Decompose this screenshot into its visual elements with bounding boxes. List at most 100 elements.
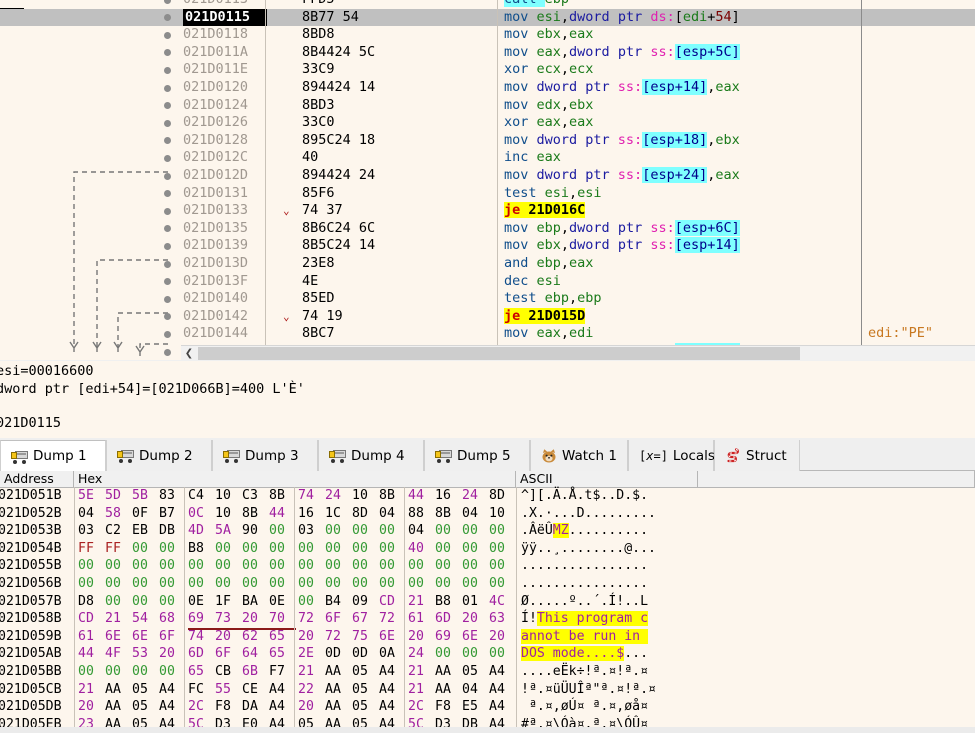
dump-row[interactable]: 021D056B 00 00 00 00 00 00 00 00 00 00 00 00 00 00 00 00… [0, 575, 975, 593]
breakpoint-dot-icon[interactable] [164, 14, 171, 22]
ascii-text: .X.·...D......... [521, 505, 656, 523]
column-header-address[interactable]: Address [0, 471, 74, 488]
instruction-text: mov dword ptr ss:[esp+14],eax [504, 79, 740, 97]
column-header-hex[interactable]: Hex [74, 471, 516, 488]
dump-row[interactable]: 021D051B 5E 5D 5B 83 C4 10 C3 8B 74 24 10 8B 44 16 24 8D… [0, 487, 975, 505]
dump-row[interactable]: 021D05BB 00 00 00 00 65 CB 6B F7 21 AA 05 A4 21 AA 05 A4… [0, 663, 975, 681]
disassembly-row[interactable]: 021D0128 895C24 18 mov dword ptr ss:[esp+1… [0, 131, 975, 150]
hex-byte: 00 [242, 576, 258, 591]
breakpoint-dot-icon[interactable] [164, 84, 171, 92]
disassembly-row[interactable]: 021D011E 33C9 xor ecx,ecx [0, 61, 975, 79]
hex-byte-group: 61 6E 6E 6F [78, 628, 186, 646]
dump-row[interactable]: 021D053B 03 C2 EB DB 4D 5A 90 00 03 00 00 00 04 00 00 00… [0, 522, 975, 540]
disassembly-row[interactable]: 021D0133 ⌄ 74 37 je 21D016C [0, 202, 975, 220]
asm-token: test [504, 184, 545, 201]
dump-address: 021D058B [0, 611, 62, 627]
tab-dump-3[interactable]: Dump 3 [212, 440, 318, 471]
breakpoint-dot-icon[interactable] [164, 330, 171, 338]
tab-dump-2[interactable]: Dump 2 [106, 440, 212, 471]
breakpoint-dot-icon[interactable] [164, 295, 171, 303]
disassembly-row[interactable]: 021D0113 FFD5 call ebp [0, 0, 975, 9]
disassembly-row[interactable]: 021D0118 8BD8 mov ebx,eax [0, 26, 975, 44]
dump-row[interactable]: 021D055B 00 00 00 00 00 00 00 00 00 00 00 00 00 00 00 00… [0, 557, 975, 575]
disassembly-row[interactable]: 021D012C 40 inc eax [0, 149, 975, 167]
disassembly-row[interactable]: 021D012D 894424 24 mov dword ptr ss:[esp+2… [0, 167, 975, 185]
breakpoint-dot-icon[interactable] [164, 66, 171, 74]
disassembly-row[interactable]: 021D0131 85F6 test esi,esi [0, 184, 975, 203]
dump-row[interactable]: 021D05AB 44 4F 53 20 6D 6F 64 65 2E 0D 0D 0A 24 00 00 00… [0, 645, 975, 663]
disassembly-horizontal-scrollbar[interactable]: ❮ [181, 345, 975, 360]
breakpoint-dot-icon[interactable] [164, 31, 171, 39]
breakpoint-dot-icon[interactable] [164, 102, 171, 110]
breakpoint-dot-icon[interactable] [164, 190, 171, 198]
breakpoint-dot-icon[interactable] [164, 225, 171, 233]
hex-byte: 69 [435, 628, 451, 644]
dump-row[interactable]: 021D058B CD 21 54 68 69 73 20 70 72 6F 67 72 61 6D 20 63… [0, 610, 975, 630]
dump-address: 021D05CB [0, 681, 62, 697]
disassembly-row[interactable]: 021D013D 23E8 and ebp,eax [0, 255, 975, 273]
asm-token: , [560, 219, 570, 236]
dump-row[interactable]: 021D057B D8 00 00 00 0E 1F BA 0E 00 B4 09 CD 21 B8 01 4C… [0, 592, 975, 611]
breakpoint-dot-icon[interactable] [164, 119, 171, 127]
tab-locals[interactable]: [x=] Locals [628, 440, 715, 471]
hex-byte: 00 [215, 540, 231, 556]
asm-token: ss: [617, 131, 643, 148]
tab-struct[interactable]: Struct [714, 440, 800, 471]
instruction-bytes: 23E8 [302, 255, 335, 271]
disassembly-row[interactable]: 021D0126 33C0 xor eax,eax [0, 114, 975, 132]
breakpoint-dot-icon[interactable] [164, 137, 171, 145]
column-divider [265, 0, 266, 9]
column-header-ascii[interactable]: ASCII [516, 471, 698, 488]
tab-dump-5[interactable]: Dump 5 [424, 440, 530, 471]
breakpoint-dot-icon[interactable] [164, 0, 171, 4]
asm-token: , [560, 114, 570, 131]
disassembly-row[interactable]: 021D0135 8B6C24 6C mov ebp,dword ptr ss:[e… [0, 219, 975, 238]
disassembly-row[interactable]: 021D0120 894424 14 mov dword ptr ss:[esp+1… [0, 79, 975, 97]
disassembly-row[interactable]: 021D011A 8B4424 5C mov eax,dword ptr ss:[e… [0, 43, 975, 62]
tab-dump-4[interactable]: Dump 4 [318, 440, 424, 471]
dump-panel[interactable]: Address Hex ASCII 021D051B 5E 5D 5B 83 C4 10 C3… [0, 471, 975, 733]
breakpoint-dot-icon[interactable] [164, 242, 171, 250]
breakpoint-dot-icon[interactable] [164, 278, 171, 286]
dump-row[interactable]: 021D052B 04 58 0F B7 0C 10 8B 44 16 1C 8D 04 88 8B 04 10… [0, 504, 975, 523]
dump-column-divider [516, 680, 517, 699]
disassembly-panel[interactable]: EIP 021D0113FFD5call ebp021D01158B77 54m… [0, 0, 975, 360]
disassembly-row[interactable]: 021D0124 8BD3 mov edx,ebx [0, 96, 975, 115]
dump-tab-bar[interactable]: Dump 1 Dump 2 Dump 3 Dump 4 Dump 5 Watch 1 [x=… [0, 438, 975, 471]
ascii-segment: Í! [521, 611, 537, 627]
column-header-extra[interactable] [698, 471, 975, 488]
dump-column-divider [516, 698, 517, 716]
hex-byte: 6F [159, 628, 175, 644]
disassembly-row[interactable]: 021D0142 ⌄ 74 19 je 21D015D [0, 307, 975, 326]
dump-row[interactable]: 021D05DB 20 AA 05 A4 2C F8 DA A4 20 AA 05 A4 2C F8 E5 A4… [0, 698, 975, 716]
breakpoint-dot-icon[interactable] [164, 154, 171, 162]
disassembly-row[interactable]: 021D0139 8B5C24 14 mov ebx,dword ptr ss:[e… [0, 237, 975, 255]
instruction-text: mov eax,dword ptr ss:[esp+5C] [504, 43, 740, 62]
hex-byte: AA [325, 664, 341, 679]
breakpoint-dot-icon[interactable] [164, 207, 171, 215]
asm-token: dword ptr [536, 131, 618, 148]
ascii-text: ÿÿ..¸........@... [521, 540, 656, 558]
asm-token: dword ptr [569, 43, 651, 60]
tab-watch-1[interactable]: Watch 1 [530, 440, 628, 471]
dump-row[interactable]: 021D059B 61 6E 6E 6F 74 20 62 65 20 72 75 6E 20 69 6E 20… [0, 627, 975, 646]
disassembly-row[interactable]: 021D0140 85ED test ebp,ebp [0, 290, 975, 308]
scroll-left-icon[interactable]: ❮ [181, 346, 197, 360]
disassembly-row[interactable]: 021D0115 8B77 54 mov esi,dword ptr ds:[edi… [0, 8, 975, 27]
instruction-bytes: FFD5 [302, 0, 335, 9]
breakpoint-dot-icon[interactable] [164, 49, 171, 57]
disassembly-row[interactable]: 021D013F 4E dec esi [0, 272, 975, 291]
disassembly-row[interactable]: 021D0144 8BC7 mov eax,edi edi:"PE" [0, 325, 975, 343]
breakpoint-dot-icon[interactable] [164, 260, 171, 268]
breakpoint-dot-icon[interactable] [164, 313, 171, 321]
breakpoint-dot-icon[interactable] [164, 348, 171, 356]
scrollbar-thumb[interactable] [198, 347, 800, 360]
dump-row[interactable]: 021D05CB 21 AA 05 A4 FC 55 CE A4 22 AA 05 A4 21 AA 04 A4… [0, 680, 975, 699]
tab-dump-1[interactable]: Dump 1 [0, 440, 106, 471]
instruction-text: mov ebp,dword ptr ss:[esp+6C] [504, 219, 740, 238]
column-divider [265, 79, 266, 97]
hex-byte: 6E [132, 628, 148, 644]
breakpoint-dot-icon[interactable] [164, 172, 171, 180]
dump-row[interactable]: 021D054B FF FF 00 00 B8 00 00 00 00 00 00 00 40 00 00 00… [0, 539, 975, 558]
jump-direction-icon: ⌄ [283, 204, 290, 218]
